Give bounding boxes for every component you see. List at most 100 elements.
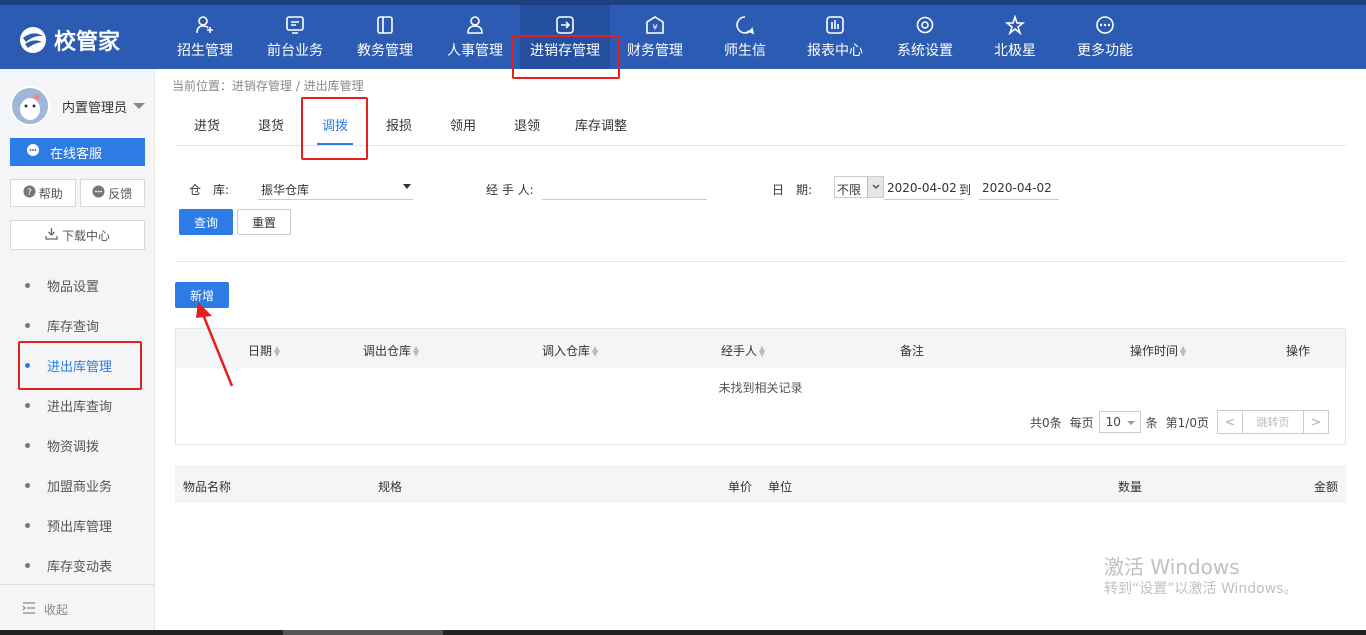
sidebar-item-stock-query[interactable]: 库存查询 (0, 305, 155, 345)
feedback-icon (92, 185, 105, 201)
scrollbar-thumb[interactable] (283, 630, 443, 635)
date-mode-select[interactable]: 不限 (834, 176, 884, 198)
sidebar-item-label: 预出库管理 (47, 519, 113, 535)
col-out-warehouse-label: 调出仓库 (363, 344, 412, 358)
col-spec: 规格 (378, 480, 403, 494)
monitor-icon (284, 14, 306, 36)
col-unit: 单位 (768, 480, 793, 494)
sidebar-item-label: 物资调拨 (47, 439, 100, 455)
chevron-down-icon (867, 177, 883, 197)
date-from-input[interactable]: 2020-04-02 (884, 175, 964, 200)
nav-settings[interactable]: 系统设置 (880, 5, 970, 69)
chat-icon (734, 14, 756, 36)
sidebar-item-inout-query[interactable]: 进出库查询 (0, 385, 155, 425)
nav-admissions[interactable]: 招生管理 (160, 5, 250, 69)
bullet-icon (25, 442, 30, 448)
nav-more[interactable]: 更多功能 (1060, 5, 1150, 69)
svg-text:?: ? (27, 188, 32, 198)
nav-front-desk[interactable]: 前台业务 (250, 5, 340, 69)
feedback-button[interactable]: 反馈 (79, 179, 145, 207)
warehouse-select[interactable]: 振华仓库 (258, 175, 413, 200)
warehouse-value: 振华仓库 (261, 183, 310, 197)
query-button[interactable]: 查询 (179, 209, 233, 235)
download-center-button[interactable]: 下载中心 (10, 220, 145, 250)
tab-transfer[interactable]: 调拨 (303, 104, 367, 145)
sidebar-item-inout-management[interactable]: 进出库管理 (0, 345, 155, 385)
nav-polaris[interactable]: 北极星 (970, 5, 1060, 69)
online-service-button[interactable]: 在线客服 (10, 138, 145, 166)
nav-academic[interactable]: 教务管理 (340, 5, 430, 69)
bullet-icon (25, 362, 30, 368)
sort-icon: ▲ ▼ (592, 343, 599, 358)
download-icon (45, 227, 58, 243)
sidebar-item-label: 进出库查询 (47, 399, 113, 415)
avatar (10, 86, 50, 126)
nav-label: 教务管理 (357, 43, 413, 59)
nav-inventory[interactable]: 进销存管理 (520, 5, 610, 69)
app-logo[interactable]: 校管家 (18, 22, 138, 58)
sidebar-item-franchise[interactable]: 加盟商业务 (0, 465, 155, 505)
logo-text: 校管家 (54, 30, 121, 55)
feedback-label: 反馈 (108, 186, 133, 201)
yen-icon: ¥ (644, 14, 666, 36)
breadcrumb: 当前位置：进销存管理 / 进出库管理 (172, 79, 364, 93)
reset-button[interactable]: 重置 (237, 209, 291, 235)
inventory-icon (554, 14, 576, 36)
bullet-icon (25, 282, 30, 288)
main-nav: 招生管理 前台业务 教务管理 人事管理 进销存管理 ¥ 财务管理 师生信 报表中 (160, 5, 1150, 69)
detail-table-header: 物品名称 规格 单价 单位 数量 金额 (175, 465, 1346, 503)
col-amount: 金额 (1314, 480, 1339, 494)
nav-label: 报表中心 (807, 43, 863, 59)
bullet-icon (25, 482, 30, 488)
col-item-name: 物品名称 (183, 480, 232, 494)
bullet-icon (25, 322, 30, 328)
col-date[interactable]: 日期 ▲ ▼ (248, 342, 280, 359)
prev-page-button[interactable]: < (1217, 410, 1243, 434)
sort-icon: ▲ ▼ (413, 343, 420, 358)
tab-damage[interactable]: 报损 (367, 104, 431, 145)
tab-purchase[interactable]: 进货 (175, 104, 239, 145)
handler-label: 经 手 人: (486, 183, 534, 197)
question-icon: ? (23, 185, 36, 201)
sidebar-menu: 物品设置 库存查询 进出库管理 进出库查询 物资调拨 加盟商业务 预出库管理 库… (0, 265, 155, 585)
page-size-value: 10 (1105, 415, 1121, 429)
col-handler[interactable]: 经手人 ▲ ▼ (721, 342, 765, 359)
sidebar-item-material-transfer[interactable]: 物资调拨 (0, 425, 155, 465)
sidebar-item-pre-outbound[interactable]: 预出库管理 (0, 505, 155, 545)
jump-page-input[interactable]: 跳转页 (1243, 410, 1303, 434)
col-in-warehouse[interactable]: 调入仓库 ▲ ▼ (542, 342, 598, 359)
tab-return[interactable]: 退货 (239, 104, 303, 145)
date-to-input[interactable]: 2020-04-02 (979, 175, 1059, 200)
tab-requisition[interactable]: 领用 (431, 104, 495, 145)
col-actions: 操作 (1286, 342, 1310, 359)
collapse-sidebar-button[interactable]: 收起 (0, 584, 155, 634)
page-info: 第1/0页 (1165, 415, 1209, 430)
col-handler-label: 经手人 (721, 344, 758, 358)
per-page-unit: 条 (1145, 415, 1158, 430)
arrow-annotation-icon (196, 302, 234, 387)
next-page-button[interactable]: > (1303, 410, 1329, 434)
nav-hr[interactable]: 人事管理 (430, 5, 520, 69)
horizontal-scrollbar[interactable] (0, 630, 1366, 635)
nav-messages[interactable]: 师生信 (700, 5, 790, 69)
logo-icon (20, 27, 46, 53)
more-icon (1094, 14, 1116, 36)
col-op-time[interactable]: 操作时间 ▲ ▼ (1130, 342, 1186, 359)
top-header: 校管家 招生管理 前台业务 教务管理 人事管理 进销存管理 ¥ 财务管理 师生信… (0, 0, 1366, 69)
col-remark-label: 备注 (900, 344, 925, 358)
tab-stock-adjust[interactable]: 库存调整 (559, 104, 643, 145)
user-menu[interactable]: 内置管理员 (10, 85, 150, 127)
page-size-select[interactable]: 10 (1098, 411, 1141, 433)
handler-input[interactable] (542, 175, 707, 200)
nav-finance[interactable]: ¥ 财务管理 (610, 5, 700, 69)
nav-label: 财务管理 (627, 43, 683, 59)
sidebar-item-stock-changes[interactable]: 库存变动表 (0, 545, 155, 585)
help-button[interactable]: ? 帮助 (10, 179, 76, 207)
nav-reports[interactable]: 报表中心 (790, 5, 880, 69)
sidebar-item-item-settings[interactable]: 物品设置 (0, 265, 155, 305)
tab-requisition-return[interactable]: 退领 (495, 104, 559, 145)
col-out-warehouse[interactable]: 调出仓库 ▲ ▼ (363, 342, 419, 359)
sort-icon: ▲ ▼ (1180, 343, 1187, 358)
col-remark: 备注 (900, 342, 924, 359)
tab-bar: 进货 退货 调拨 报损 领用 退领 库存调整 (175, 104, 1346, 146)
